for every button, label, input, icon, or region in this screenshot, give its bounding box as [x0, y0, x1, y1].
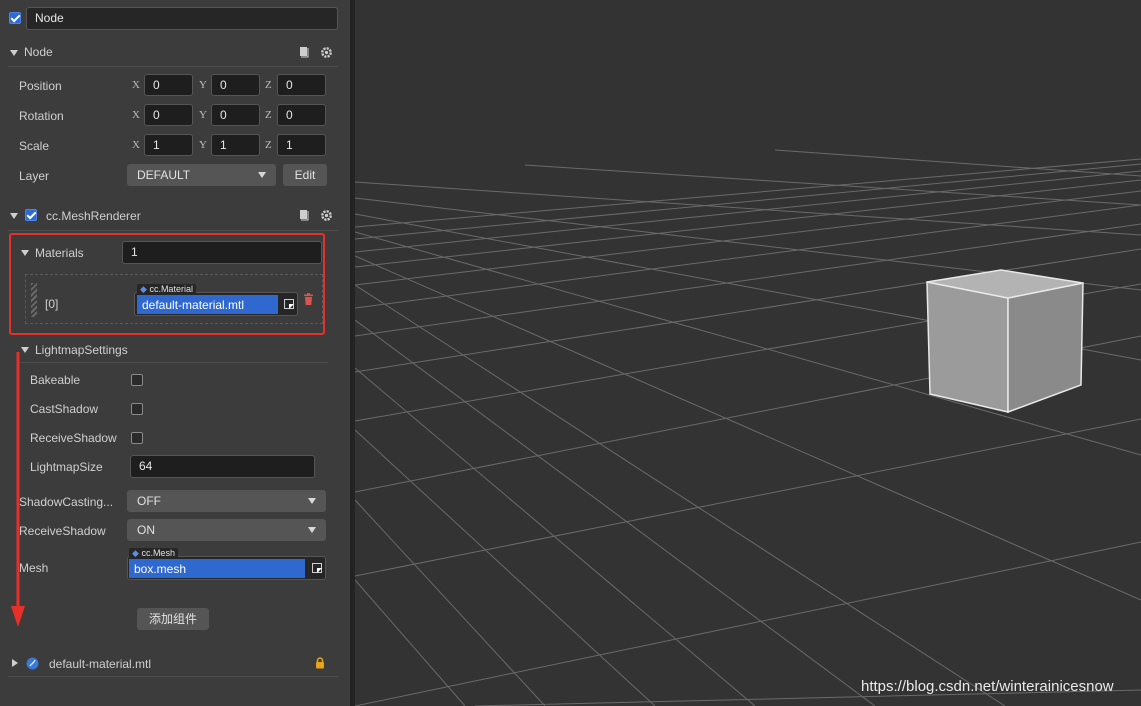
book-icon[interactable] — [298, 209, 310, 221]
position-y-axis: Y — [199, 79, 207, 91]
book-icon[interactable] — [298, 46, 310, 58]
node-active-checkbox[interactable] — [9, 12, 21, 24]
layer-value: DEFAULT — [137, 168, 191, 182]
layer-select[interactable]: DEFAULT — [127, 164, 276, 186]
scale-x-axis: X — [132, 139, 140, 151]
scene-viewport[interactable]: https://blog.csdn.net/winterainicesnow — [355, 0, 1141, 706]
chevron-down-icon — [258, 172, 266, 178]
gear-icon[interactable] — [320, 46, 333, 59]
meshrenderer-collapse-icon[interactable] — [10, 213, 18, 219]
castshadow-checkbox[interactable] — [131, 403, 143, 415]
scale-label: Scale — [19, 139, 50, 153]
section-divider — [20, 362, 328, 363]
bakeable-checkbox[interactable] — [131, 374, 143, 386]
scale-z-input[interactable]: 1 — [277, 134, 326, 156]
layer-edit-button[interactable]: Edit — [283, 164, 327, 186]
shadowcasting-label: ShadowCasting... — [19, 495, 114, 509]
rotation-label: Rotation — [19, 109, 64, 123]
scale-z-axis: Z — [265, 139, 272, 151]
receiveshadow-select[interactable]: ON — [127, 519, 326, 541]
meshrenderer-title: cc.MeshRenderer — [46, 209, 141, 223]
lightmap-title: LightmapSettings — [35, 343, 128, 357]
section-divider — [8, 230, 338, 231]
position-z-axis: Z — [265, 79, 272, 91]
rotation-z-input[interactable]: 0 — [277, 104, 326, 126]
position-x-axis: X — [132, 79, 140, 91]
material-icon — [26, 657, 39, 670]
rotation-y-axis: Y — [199, 109, 207, 121]
annotation-highlight-box — [9, 233, 325, 335]
chevron-down-icon — [308, 527, 316, 533]
rotation-x-axis: X — [132, 109, 140, 121]
rotation-y-input[interactable]: 0 — [211, 104, 260, 126]
mesh-asset-value[interactable]: box.mesh — [129, 559, 305, 578]
shadowcasting-select[interactable]: OFF — [127, 490, 326, 512]
receiveshadow-checkbox[interactable] — [131, 432, 143, 444]
receiveshadow-value: ON — [137, 523, 155, 537]
receiveshadow-label: ReceiveShadow — [30, 431, 117, 445]
inspector-panel: Node Node Position X 0 Y 0 Z 0 Rotation … — [0, 0, 350, 706]
chevron-down-icon — [308, 498, 316, 504]
mesh-type-label: cc.Mesh — [141, 548, 175, 558]
shadowcasting-value: OFF — [137, 494, 161, 508]
gear-icon[interactable] — [320, 209, 333, 222]
scene-grid — [355, 149, 1141, 706]
annotation-arrow — [11, 352, 25, 627]
scale-y-axis: Y — [199, 139, 207, 151]
position-y-input[interactable]: 0 — [211, 74, 260, 96]
section-divider — [8, 66, 338, 67]
add-component-button[interactable]: 添加组件 — [137, 608, 209, 630]
box-mesh-cube[interactable] — [926, 269, 1084, 414]
scale-y-input[interactable]: 1 — [211, 134, 260, 156]
diamond-icon: ◆ — [132, 548, 139, 558]
position-label: Position — [19, 79, 62, 93]
lightmapsize-label: LightmapSize — [30, 460, 103, 474]
node-name-input[interactable]: Node — [26, 7, 338, 30]
lightmapsize-input[interactable]: 64 — [130, 455, 315, 478]
bakeable-label: Bakeable — [30, 373, 81, 387]
rotation-z-axis: Z — [265, 109, 272, 121]
position-z-input[interactable]: 0 — [277, 74, 326, 96]
node-section-title: Node — [24, 45, 53, 59]
asset-expand-icon[interactable] — [12, 659, 18, 667]
picker-icon[interactable] — [312, 563, 322, 573]
scale-x-input[interactable]: 1 — [144, 134, 193, 156]
section-divider — [8, 676, 338, 677]
asset-footer-name: default-material.mtl — [49, 657, 152, 671]
receiveshadow-mode-label: ReceiveShadow — [19, 524, 106, 538]
position-x-input[interactable]: 0 — [144, 74, 193, 96]
layer-label: Layer — [19, 169, 50, 183]
mesh-type-tag: ◆ cc.Mesh — [129, 548, 178, 559]
castshadow-label: CastShadow — [30, 402, 99, 416]
rotation-x-input[interactable]: 0 — [144, 104, 193, 126]
node-section-collapse-icon[interactable] — [10, 50, 18, 56]
meshrenderer-enabled-checkbox[interactable] — [25, 209, 37, 221]
watermark-text: https://blog.csdn.net/winterainicesnow — [861, 678, 1114, 695]
lock-icon[interactable] — [315, 657, 325, 669]
